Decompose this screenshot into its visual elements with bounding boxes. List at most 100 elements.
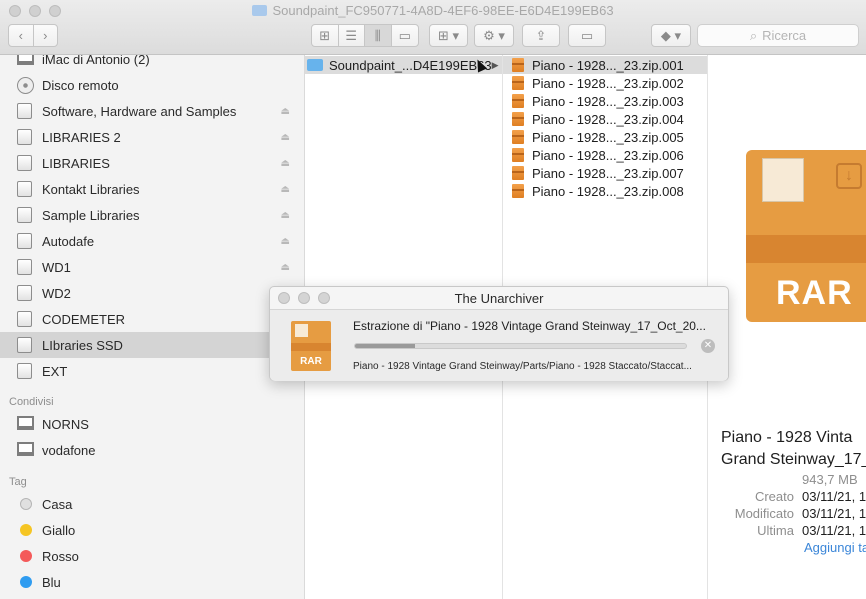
share-icon: ⇪ <box>535 27 547 43</box>
dropbox-button[interactable]: ◆ ▾ <box>651 24 691 47</box>
file-row[interactable]: Piano - 1928..._23.zip.005 <box>503 128 707 146</box>
file-name: Piano - 1928..._23.zip.008 <box>532 183 684 199</box>
icon-view-button[interactable]: ⊞ <box>312 25 339 46</box>
sidebar-item[interactable]: LIBRARIES ⏏ <box>0 150 304 176</box>
arrange-button[interactable]: ⊞ ▾ <box>429 24 468 47</box>
sidebar-item-label: Casa <box>42 496 73 512</box>
sidebar-item-label: Blu <box>42 574 61 590</box>
drive-icon <box>17 154 34 172</box>
folder-icon <box>252 5 268 16</box>
tag-color-icon <box>20 550 32 562</box>
sidebar-item[interactable]: CODEMETER <box>0 306 304 332</box>
gallery-view-button[interactable]: ▭ <box>392 25 418 46</box>
sidebar-tag-item[interactable]: Blu <box>0 569 304 595</box>
drive-icon <box>17 284 34 302</box>
sidebar-item-label: Disco remoto <box>42 77 119 93</box>
sidebar-item-label: Sample Libraries <box>42 207 140 223</box>
file-row[interactable]: Piano - 1928..._23.zip.002 <box>503 74 707 92</box>
file-name: Piano - 1928..._23.zip.006 <box>532 147 684 163</box>
file-row[interactable]: Piano - 1928..._23.zip.001 <box>503 56 707 74</box>
preview-name-line1: Piano - 1928 Vinta <box>721 429 853 446</box>
preview-pane: ↓ RAR Piano - 1928 Vinta Grand Steinway_… <box>709 55 866 599</box>
eject-icon[interactable]: ⏏ <box>281 236 290 247</box>
sidebar-item[interactable]: Kontakt Libraries ⏏ <box>0 176 304 202</box>
search-input[interactable]: ⌕ Ricerca <box>697 24 859 47</box>
sidebar-item-label: EXT <box>42 363 68 379</box>
forward-button[interactable]: › <box>34 25 58 46</box>
eject-icon[interactable]: ⏏ <box>281 132 290 143</box>
sidebar-shared-item[interactable]: vodafone <box>0 437 304 463</box>
search-placeholder: Ricerca <box>762 28 807 43</box>
eject-icon[interactable]: ⏏ <box>281 210 290 221</box>
display-icon <box>17 441 34 459</box>
last-opened-label: Ultima <box>757 523 794 538</box>
file-row[interactable]: Piano - 1928..._23.zip.008 <box>503 182 707 200</box>
file-name: Piano - 1928..._23.zip.002 <box>532 75 684 91</box>
cancel-extraction-button[interactable]: ✕ <box>701 339 715 353</box>
sidebar-item[interactable]: Autodafe ⏏ <box>0 228 304 254</box>
sidebar-item-label: Giallo <box>42 522 76 538</box>
sidebar-item-label: WD2 <box>42 285 71 301</box>
sidebar-item[interactable]: LIbraries SSD <box>0 332 304 358</box>
drive-icon <box>17 362 34 380</box>
preview-name-line2: Grand Steinway_17_ <box>721 451 866 468</box>
back-button[interactable]: ‹ <box>9 25 34 46</box>
rar-small-label: RAR <box>300 356 322 367</box>
sidebar-tag-item[interactable]: Giallo <box>0 517 304 543</box>
share-button[interactable]: ⇪ <box>522 24 560 47</box>
file-row[interactable]: Piano - 1928..._23.zip.006 <box>503 146 707 164</box>
sidebar-item[interactable]: iMac di Antonio (2) <box>0 55 304 72</box>
sidebar-item[interactable]: WD1 ⏏ <box>0 254 304 280</box>
sidebar-tag-item[interactable]: Casa <box>0 491 304 517</box>
file-row[interactable]: Piano - 1928..._23.zip.007 <box>503 164 707 182</box>
tag-color-icon <box>20 576 32 588</box>
sidebar-item-label: Rosso <box>42 548 79 564</box>
sidebar-item-label: iMac di Antonio (2) <box>42 55 150 67</box>
sidebar-item-label: LIBRARIES <box>42 155 110 171</box>
tags-button[interactable]: ▭ <box>568 24 606 47</box>
eject-icon[interactable]: ⏏ <box>281 158 290 169</box>
column-view-button[interactable]: ⫼ <box>365 25 392 46</box>
add-tags-link[interactable]: Aggiungi ta <box>804 540 866 555</box>
sidebar-item[interactable]: Software, Hardware and Samples ⏏ <box>0 98 304 124</box>
file-name: Piano - 1928..._23.zip.003 <box>532 93 684 109</box>
view-mode-control: ⊞ ☰ ⫼ ▭ <box>311 24 419 47</box>
sidebar: iMac di Antonio (2) Disco remoto Software,… <box>0 55 305 599</box>
file-name: Piano - 1928..._23.zip.005 <box>532 129 684 145</box>
file-row[interactable]: Piano - 1928..._23.zip.003 <box>503 92 707 110</box>
drive-icon <box>17 258 34 276</box>
drive-icon <box>17 180 34 198</box>
display-icon <box>17 415 34 433</box>
grid-icon: ⊞ ▾ <box>437 27 460 43</box>
action-button[interactable]: ⚙ ▾ <box>474 24 514 47</box>
sidebar-item[interactable]: WD2 <box>0 280 304 306</box>
zip-archive-icon <box>512 184 524 198</box>
disc-icon <box>17 76 34 94</box>
zip-archive-icon <box>512 58 524 72</box>
eject-icon[interactable]: ⏏ <box>281 184 290 195</box>
eject-icon[interactable]: ⏏ <box>281 106 290 117</box>
created-label: Creato <box>754 489 794 504</box>
sidebar-shared-item[interactable]: NORNS <box>0 411 304 437</box>
sidebar-item[interactable]: EXT <box>0 358 304 384</box>
download-arrow-icon: ↓ <box>836 163 862 189</box>
folder-row[interactable]: Soundpaint_...D4E199EB63 ▶ <box>305 56 502 74</box>
tag-color-icon <box>20 498 32 510</box>
nav-buttons: ‹ › <box>8 24 58 47</box>
dialog-body: RAR Estrazione di "Piano - 1928 Vintage … <box>270 309 728 381</box>
modified-label: Modificato <box>734 506 794 521</box>
search-icon: ⌕ <box>749 27 758 43</box>
modified-value: 03/11/21, 14 <box>802 506 866 521</box>
eject-icon[interactable]: ⏏ <box>281 262 290 273</box>
drive-icon <box>17 336 34 354</box>
zip-archive-icon <box>512 130 524 144</box>
sidebar-item[interactable]: LIBRARIES 2 ⏏ <box>0 124 304 150</box>
window-title: Soundpaint_FC950771-4A8D-4EF6-98EE-E6D4E… <box>0 3 866 18</box>
drive-icon <box>17 206 34 224</box>
sidebar-item-label: vodafone <box>42 442 96 458</box>
file-row[interactable]: Piano - 1928..._23.zip.004 <box>503 110 707 128</box>
sidebar-item[interactable]: Sample Libraries ⏏ <box>0 202 304 228</box>
sidebar-item[interactable]: Disco remoto <box>0 72 304 98</box>
sidebar-tag-item[interactable]: Rosso <box>0 543 304 569</box>
list-view-button[interactable]: ☰ <box>339 25 365 46</box>
